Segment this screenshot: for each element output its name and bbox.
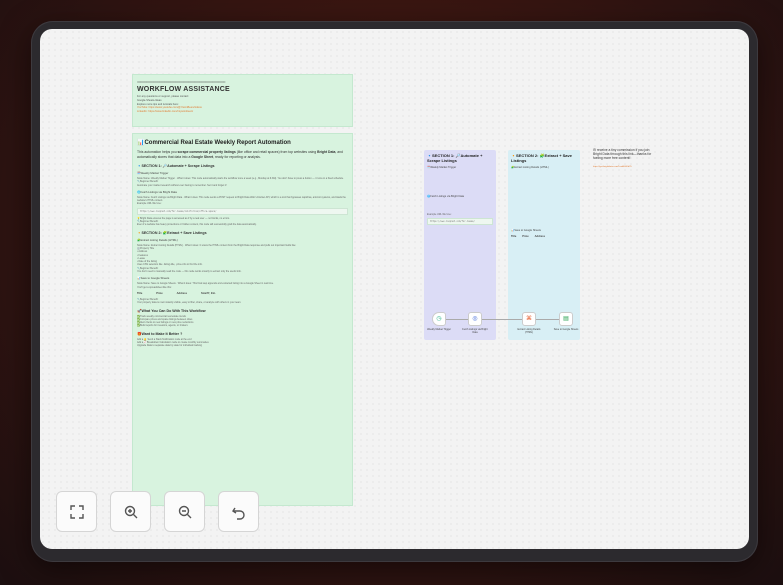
section-2-title: 🔸SECTION 2: 🧩Extract + Save Listings	[511, 153, 572, 163]
code-icon: ⌘	[526, 316, 532, 322]
section-1-url: https://www.loopnet.com/for-lease/	[427, 218, 493, 226]
node-save-to-google-sheets[interactable]: ▤	[559, 312, 573, 326]
doc-text: Automate your market research without ev…	[137, 183, 227, 187]
node-label: Save to Google Sheets	[553, 328, 579, 331]
zoom-out-icon	[178, 505, 191, 518]
table-col: Price	[522, 235, 529, 238]
doc-text: Even if a website has heavy protections …	[137, 223, 257, 227]
table-col: Price	[156, 291, 163, 295]
table-col: Size/ft², Etc.	[201, 291, 216, 295]
section-1-body-placeholder	[427, 199, 493, 213]
table-col: Address	[534, 235, 546, 238]
node-label: Extract Listing Details (HTML)	[517, 328, 541, 334]
table-col: Title	[137, 291, 143, 295]
node-weekly-market-trigger[interactable]: ◷	[432, 312, 446, 326]
section-1-body-placeholder	[427, 170, 493, 192]
doc-subheading: 🧩Extract Listing Details (HTML)	[137, 237, 178, 242]
clock-icon: ◷	[436, 316, 442, 322]
section-1-sub: 🌐Fetch Listings via Bright Data	[427, 195, 464, 198]
connection-edge[interactable]	[536, 319, 559, 320]
zoom-in-button[interactable]	[110, 491, 151, 532]
node-fetch-listings[interactable]: ◎	[468, 312, 482, 326]
section-1-sub: 🗓️Weekly Market Trigger	[427, 166, 457, 169]
workflow-canvas[interactable]: ========================================…	[40, 29, 749, 549]
linkedin-link[interactable]: LinkedIn: https://www.linkedin.com/in/ya…	[137, 110, 348, 114]
doc-section-1-heading: 🔹SECTION 1: 🔎Automate + Scrape Listings	[137, 164, 215, 168]
doc-code-url: https://www.loopnet.com/for-lease/califo…	[137, 207, 348, 215]
section-1-title: 🔹SECTION 1: 🔎Automate + Scrape Listings	[427, 153, 483, 163]
doc-text: Your property data is now instantly visi…	[137, 301, 242, 305]
doc-list-item: ✅Build reports for investors, agents, or…	[137, 324, 188, 328]
doc-text: Node Name: Weekly Market Trigger · What …	[137, 177, 344, 180]
doc-section-2-heading: 🔸SECTION 2: 🧩Extract + Save Listings	[137, 230, 207, 235]
section-2-sub: 📊Save to Google Sheets	[511, 229, 541, 232]
fit-view-button[interactable]	[56, 491, 97, 532]
separator: ========================================…	[137, 79, 226, 84]
section-1-example: Example URL We Use:	[427, 213, 452, 216]
connection-edge[interactable]	[482, 319, 522, 320]
doc-subheading: 🌐Fetch Listings via Bright Data	[137, 189, 177, 194]
doc-what-heading: 🚀What You Can Do With This Workflow	[137, 308, 206, 313]
affiliate-text: I'll receive a tiny commission if you jo…	[593, 148, 652, 161]
node-label: Weekly Market Trigger	[427, 328, 451, 331]
table-col: Title	[511, 235, 517, 238]
section-2-table-header: Title Price Address	[511, 235, 577, 238]
affiliate-link[interactable]: https://get.brightdata.com/1tndi4600b25	[593, 165, 657, 169]
doc-list-item: Upgrade Data to separate data by state f…	[137, 344, 202, 348]
sticky-note-section-1[interactable]: 🔹SECTION 1: 🔎Automate + Scrape Listings …	[424, 150, 496, 340]
sticky-note-documentation[interactable]: 📊Commercial Real Estate Weekly Report Au…	[132, 133, 353, 506]
section-2-sub: 🧩Extract Listing Details (HTML)	[511, 166, 549, 169]
fit-view-icon	[69, 504, 84, 519]
globe-icon: ◎	[472, 316, 478, 322]
doc-title: 📊Commercial Real Estate Weekly Report Au…	[137, 140, 291, 146]
doc-subheading: 📊Save to Google Sheets	[137, 276, 170, 281]
note-title: WORKFLOW ASSISTANCE	[137, 86, 230, 93]
connection-edge[interactable]	[446, 319, 468, 320]
zoom-out-button[interactable]	[164, 491, 205, 532]
doc-subheading: 🗓️Weekly Market Trigger	[137, 171, 169, 175]
doc-text: Example URL We Use:	[137, 202, 162, 206]
node-extract-listing-details[interactable]: ⌘	[522, 312, 536, 326]
sheets-icon: ▤	[563, 316, 569, 322]
zoom-in-icon	[124, 505, 137, 518]
doc-intro: This automation helps you scrape commerc…	[137, 150, 343, 159]
table-col: Address	[176, 291, 188, 295]
sticky-note-assistance[interactable]: ========================================…	[132, 74, 353, 127]
section-2-body-placeholder	[511, 170, 577, 226]
undo-button[interactable]	[218, 491, 259, 532]
doc-text: You don't need to manually read the code…	[137, 270, 242, 274]
affiliate-note[interactable]: I'll receive a tiny commission if you jo…	[593, 148, 657, 188]
doc-table-header: Title Price Address Size/ft², Etc.	[137, 292, 348, 295]
node-label: Fetch Listings via Bright Data	[462, 328, 488, 334]
doc-text: You'll get a spreadsheet like this:	[137, 285, 172, 289]
undo-icon	[231, 507, 245, 520]
doc-text: Node Name: Fetch Listings via Bright Dat…	[137, 195, 346, 203]
doc-better-heading: 🎁Want to Make It Better ?	[137, 331, 183, 336]
